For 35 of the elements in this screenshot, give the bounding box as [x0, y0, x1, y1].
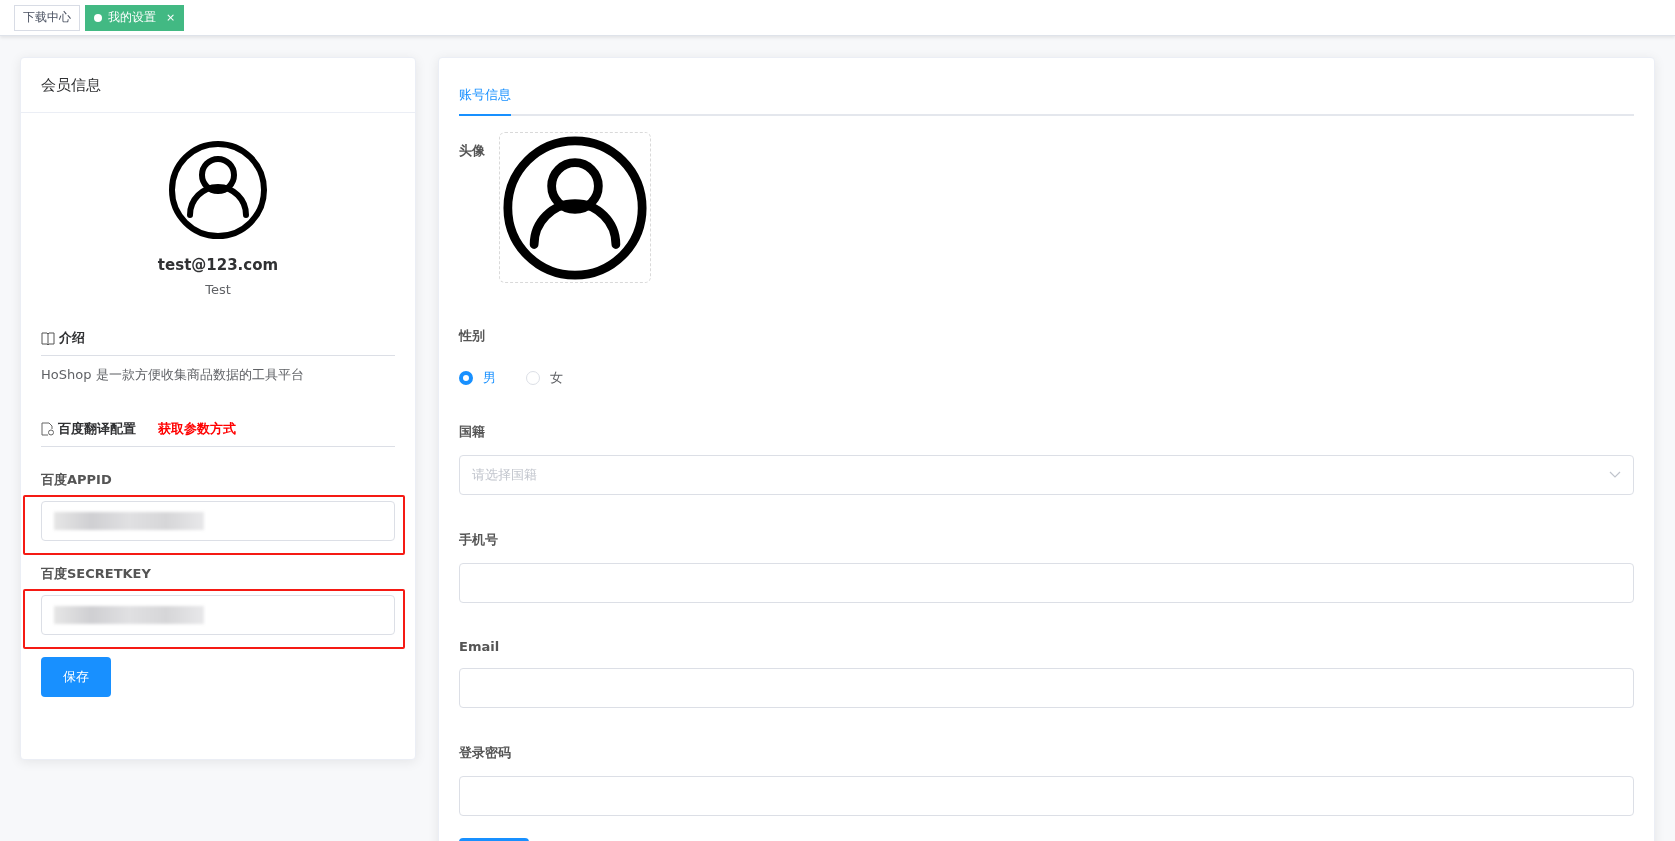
input-field[interactable]	[459, 563, 1634, 603]
document-check-icon	[41, 422, 54, 436]
user-email: test@123.com	[157, 256, 279, 274]
field-label: Email	[459, 639, 501, 654]
input-field[interactable]	[459, 776, 1634, 816]
gender-radio[interactable]: 男	[459, 369, 496, 387]
input-field[interactable]	[459, 668, 1634, 708]
field-label: 百度SECRETKEY	[41, 565, 152, 583]
page-tab[interactable]: 我的设置 ×	[85, 4, 185, 31]
user-avatar-icon	[168, 140, 268, 240]
close-icon[interactable]: ×	[166, 11, 176, 24]
nationality-select[interactable]: 请选择国籍	[459, 455, 1634, 495]
section-heading: 介绍	[59, 329, 85, 347]
field-label: 国籍	[459, 423, 486, 441]
save-button[interactable]: 保存	[41, 657, 111, 697]
card-title: 会员信息	[21, 58, 415, 113]
field-label: 头像	[459, 142, 486, 160]
avatar-uploader[interactable]	[499, 132, 651, 283]
field-label: 登录密码	[459, 744, 512, 762]
intro-text: HoShop 是一款方便收集商品数据的工具平台	[41, 366, 305, 384]
section-heading: 百度翻译配置	[58, 420, 136, 438]
book-icon	[41, 331, 55, 345]
chevron-down-icon	[1609, 471, 1621, 479]
get-params-link[interactable]: 获取参数方式	[158, 420, 236, 438]
field-label: 手机号	[459, 531, 499, 549]
input-field[interactable]	[41, 595, 395, 635]
user-name: Test	[205, 282, 231, 297]
gender-radio[interactable]: 女	[526, 369, 563, 387]
field-label: 百度APPID	[41, 471, 113, 489]
active-dot-icon	[94, 13, 102, 22]
field-label: 性别	[459, 327, 486, 345]
input-field[interactable]	[41, 501, 395, 541]
page-tab[interactable]: 下载中心	[14, 4, 80, 31]
user-avatar-icon	[502, 134, 648, 281]
account-tab[interactable]: 账号信息	[459, 86, 511, 116]
